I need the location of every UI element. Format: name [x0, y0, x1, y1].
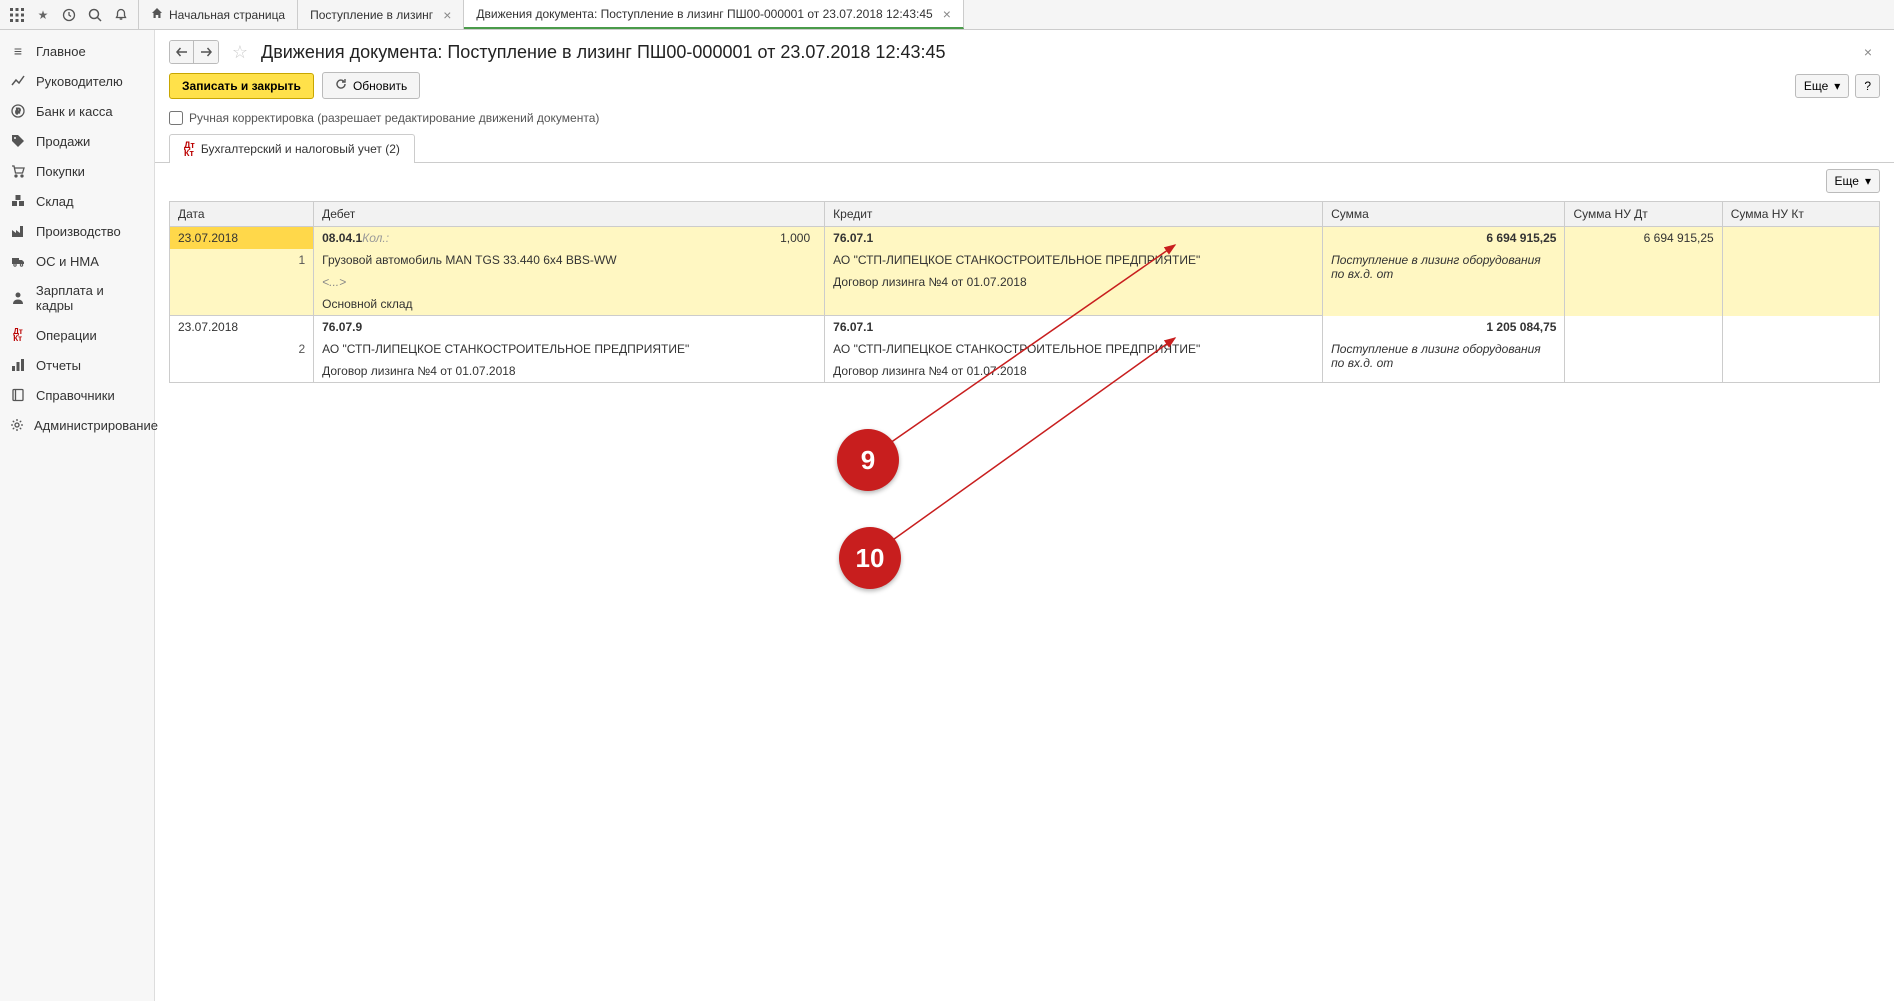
- dtkt-icon: ДтКт: [184, 141, 195, 157]
- sidebar-item-label: Справочники: [36, 388, 115, 403]
- annotation-overlay: [155, 193, 1894, 1001]
- sidebar-item-purchases[interactable]: Покупки: [0, 156, 154, 186]
- sidebar-item-label: Руководителю: [36, 74, 123, 89]
- button-label: Обновить: [353, 79, 407, 93]
- bell-icon[interactable]: [108, 0, 134, 30]
- nav-back-forward: [169, 40, 219, 64]
- svg-text:₽: ₽: [15, 107, 20, 116]
- save-close-button[interactable]: Записать и закрыть: [169, 73, 314, 99]
- star-icon[interactable]: ★: [30, 0, 56, 30]
- ruble-icon: ₽: [10, 103, 26, 119]
- tab-document-1[interactable]: Поступление в лизинг ×: [298, 0, 464, 29]
- close-icon[interactable]: ×: [943, 6, 951, 22]
- refresh-button[interactable]: Обновить: [322, 72, 420, 99]
- chart-icon: [10, 357, 26, 373]
- person-icon: [10, 290, 26, 306]
- back-button[interactable]: [170, 41, 194, 63]
- sidebar-item-label: Производство: [36, 224, 121, 239]
- tab-home[interactable]: Начальная страница: [138, 0, 298, 29]
- search-icon[interactable]: [82, 0, 108, 30]
- sidebar-item-production[interactable]: Производство: [0, 216, 154, 246]
- sidebar-item-label: Операции: [36, 328, 97, 343]
- sidebar-item-label: Покупки: [36, 164, 85, 179]
- manual-adjust-checkbox[interactable]: [169, 111, 183, 125]
- table-container: Дата Дебет Кредит Сумма Сумма НУ Дт Сумм…: [155, 193, 1894, 1001]
- close-icon[interactable]: ×: [443, 7, 451, 23]
- top-toolbar: ★ Начальная страница Поступление в лизин…: [0, 0, 1894, 30]
- sidebar-item-hr[interactable]: Зарплата и кадры: [0, 276, 154, 320]
- sidebar-item-label: Банк и касса: [36, 104, 113, 119]
- sidebar-item-assets[interactable]: ОС и НМА: [0, 246, 154, 276]
- sidebar-item-label: Отчеты: [36, 358, 81, 373]
- dtkt-icon: ДтКт: [10, 327, 26, 343]
- window-tabs: Начальная страница Поступление в лизинг …: [138, 0, 964, 29]
- gear-icon: [10, 417, 24, 433]
- book-icon: [10, 387, 26, 403]
- sidebar-item-reports[interactable]: Отчеты: [0, 350, 154, 380]
- annotation-badge-9: 9: [837, 429, 899, 491]
- boxes-icon: [10, 193, 26, 209]
- sidebar-item-label: Склад: [36, 194, 74, 209]
- content-area: ☆ Движения документа: Поступление в лизи…: [155, 30, 1894, 1001]
- more-button[interactable]: Еще ▾: [1795, 74, 1849, 98]
- toolbar-global-icons: ★: [0, 0, 138, 29]
- button-label: Еще: [1835, 174, 1859, 188]
- sidebar: ≡ Главное Руководителю ₽ Банк и касса Пр…: [0, 30, 155, 1001]
- sidebar-item-warehouse[interactable]: Склад: [0, 186, 154, 216]
- action-bar: Записать и закрыть Обновить Еще ▾ ?: [155, 72, 1894, 107]
- tab-document-2[interactable]: Движения документа: Поступление в лизинг…: [464, 0, 964, 29]
- tab-label: Начальная страница: [169, 8, 285, 22]
- trend-icon: [10, 73, 26, 89]
- sidebar-item-admin[interactable]: Администрирование: [0, 410, 154, 440]
- home-icon: [151, 7, 163, 22]
- factory-icon: [10, 223, 26, 239]
- manual-adjust-label: Ручная корректировка (разрешает редактир…: [189, 111, 599, 125]
- manual-adjust-row: Ручная корректировка (разрешает редактир…: [155, 107, 1894, 133]
- sidebar-item-operations[interactable]: ДтКт Операции: [0, 320, 154, 350]
- history-icon[interactable]: [56, 0, 82, 30]
- tag-icon: [10, 133, 26, 149]
- favorite-star-icon[interactable]: ☆: [229, 41, 251, 63]
- button-label: ?: [1864, 79, 1871, 93]
- sidebar-item-manager[interactable]: Руководителю: [0, 66, 154, 96]
- table-more-button[interactable]: Еще ▾: [1826, 169, 1880, 193]
- button-label: Записать и закрыть: [182, 79, 301, 93]
- truck-icon: [10, 253, 26, 269]
- annotation-badge-10: 10: [839, 527, 901, 589]
- sidebar-item-label: Продажи: [36, 134, 90, 149]
- tab-accounting[interactable]: ДтКт Бухгалтерский и налоговый учет (2): [169, 134, 415, 163]
- sidebar-item-label: ОС и НМА: [36, 254, 99, 269]
- apps-icon[interactable]: [4, 0, 30, 30]
- tab-label: Поступление в лизинг: [310, 8, 433, 22]
- register-tabs: ДтКт Бухгалтерский и налоговый учет (2): [155, 133, 1894, 163]
- sidebar-item-label: Главное: [36, 44, 86, 59]
- refresh-icon: [335, 78, 347, 93]
- page-close-icon[interactable]: ×: [1856, 44, 1880, 60]
- forward-button[interactable]: [194, 41, 218, 63]
- sidebar-item-label: Зарплата и кадры: [36, 283, 144, 313]
- cart-icon: [10, 163, 26, 179]
- sidebar-item-catalogs[interactable]: Справочники: [0, 380, 154, 410]
- button-label: Еще: [1804, 79, 1828, 93]
- sidebar-item-bank[interactable]: ₽ Банк и касса: [0, 96, 154, 126]
- page-title: Движения документа: Поступление в лизинг…: [261, 42, 946, 63]
- tab-label: Бухгалтерский и налоговый учет (2): [201, 142, 400, 156]
- chevron-down-icon: ▾: [1865, 174, 1871, 188]
- tab-label: Движения документа: Поступление в лизинг…: [476, 7, 932, 21]
- sidebar-item-sales[interactable]: Продажи: [0, 126, 154, 156]
- help-button[interactable]: ?: [1855, 74, 1880, 98]
- chevron-down-icon: ▾: [1834, 79, 1840, 93]
- page-header: ☆ Движения документа: Поступление в лизи…: [155, 30, 1894, 72]
- sidebar-item-main[interactable]: ≡ Главное: [0, 36, 154, 66]
- sidebar-item-label: Администрирование: [34, 418, 158, 433]
- menu-icon: ≡: [10, 43, 26, 59]
